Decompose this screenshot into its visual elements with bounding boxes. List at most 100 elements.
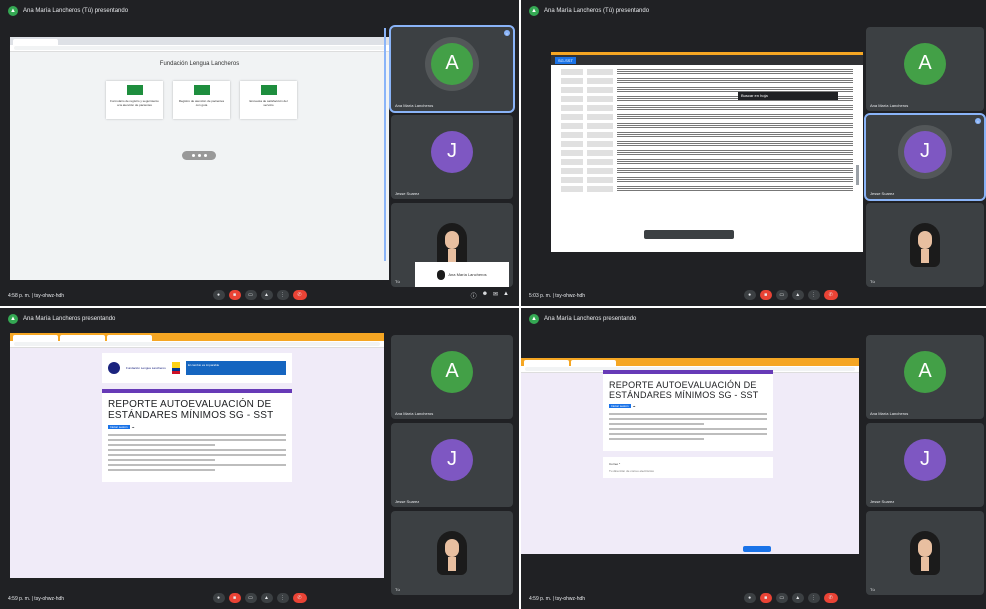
form-card-list: Formulario de registro y seguimiento a l… — [106, 81, 297, 119]
meet-toolbar: 5:03 p. m. | tsy-ohwz-hdh ● ■ ▭ ▲ ⋮ ✆ — [521, 290, 986, 302]
mic-icon[interactable]: ● — [212, 290, 225, 300]
participant-name: Ana María Lancheros — [395, 411, 434, 416]
participant-tile-j[interactable]: J Jesse Suarez — [391, 423, 513, 507]
card-text: Formulario de registro y seguimiento a l… — [110, 99, 159, 107]
meeting-clock: 5:03 p. m. | tsy-ohwz-hdh — [529, 293, 586, 299]
activities-icon[interactable]: ▲ — [503, 291, 509, 300]
mic-icon[interactable]: ● — [212, 593, 225, 603]
avatar: J — [904, 130, 946, 173]
captions-icon[interactable]: ▭ — [775, 290, 788, 300]
captions-icon[interactable]: ▭ — [244, 593, 257, 603]
meet-toolbar: 4:58 p. m. | tsy-ohwz-hdh ● ■ ▭ ▲ ⋮ ✆ ⓘ … — [0, 290, 519, 302]
form-description — [108, 434, 286, 471]
camera-off-icon[interactable]: ■ — [228, 290, 241, 300]
browser-tab[interactable] — [60, 335, 105, 341]
browser-tab[interactable] — [571, 360, 616, 366]
present-screen-icon[interactable]: ▲ — [260, 593, 273, 603]
end-call-icon[interactable]: ✆ — [292, 290, 307, 300]
card-button[interactable] — [260, 85, 277, 95]
participant-name: Ana María Lancheros — [870, 411, 909, 416]
form-title: Fundación Lengua Lancheros — [159, 61, 240, 67]
self-view-pip[interactable]: Ana María Lancheros — [415, 262, 509, 287]
cloud-icon: ☁ — [632, 404, 636, 408]
participant-tile-j[interactable]: J Jesse Suarez • — [864, 113, 986, 201]
floating-zoom-toolbar[interactable] — [644, 230, 734, 239]
presenting-banner: ▲ Ana María Lancheros (Tú) presentando — [8, 6, 128, 16]
browser-address-bar[interactable] — [10, 45, 389, 52]
participant-tile-a[interactable]: A Ana María Lancheros — [866, 335, 984, 419]
card-text: Encuesta de satisfacción del servicio — [249, 99, 288, 107]
participant-tile-j[interactable]: J Jesse Suarez — [391, 115, 513, 199]
card-button[interactable] — [126, 85, 143, 95]
browser-tab-strip — [10, 333, 384, 341]
mic-icon[interactable]: ● — [743, 593, 756, 603]
presenting-label: Ana María Lancheros (Tú) presentando — [544, 8, 650, 14]
participant-name: Ana María Lancheros — [395, 103, 434, 108]
present-screen-icon[interactable]: ▲ — [260, 290, 273, 300]
form-card[interactable]: Registro de atención de pacientes con gu… — [173, 81, 230, 119]
end-call-icon[interactable]: ✆ — [823, 593, 838, 603]
end-call-icon[interactable]: ✆ — [292, 593, 307, 603]
form-card[interactable]: Encuesta de satisfacción del servicio — [240, 81, 297, 119]
browser-tab[interactable] — [13, 39, 58, 45]
camera-off-icon[interactable]: ■ — [228, 593, 241, 603]
pin-icon[interactable]: • — [504, 30, 510, 36]
participant-name: Jesse Suarez — [870, 499, 895, 504]
present-screen-icon[interactable]: ▲ — [791, 290, 804, 300]
camera-off-icon[interactable]: ■ — [759, 290, 772, 300]
email-field[interactable]: Tu dirección de correo electrónico — [609, 469, 767, 473]
participant-tile-self[interactable]: Tú — [866, 511, 984, 595]
pin-icon[interactable]: • — [975, 118, 981, 124]
browser-tab-strip — [10, 37, 389, 45]
camera-off-icon[interactable]: ■ — [759, 593, 772, 603]
avatar: A — [904, 350, 946, 393]
scrollbar[interactable] — [856, 165, 859, 185]
signin-chip[interactable]: Iniciar sesión — [609, 404, 631, 408]
side-panel-icons: ⓘ ☻ ✉ ▲ — [471, 291, 509, 300]
browser-tab[interactable] — [13, 335, 58, 341]
meet-toolbar: 4:59 p. m. | tsy-ohwz-hdh ● ■ ▭ ▲ ⋮ ✆ — [521, 593, 986, 605]
participant-tile-self[interactable]: Tú — [866, 203, 984, 287]
end-call-icon[interactable]: ✆ — [823, 290, 838, 300]
present-screen-icon[interactable]: ▲ — [791, 593, 804, 603]
participant-tile-j[interactable]: J Jesse Suarez — [866, 423, 984, 507]
people-icon[interactable]: ☻ — [482, 291, 488, 300]
chat-icon[interactable]: ✉ — [493, 291, 498, 300]
browser-tab[interactable] — [524, 360, 569, 366]
speaker-highlight — [384, 28, 386, 261]
participant-tile-self[interactable]: Tú — [391, 511, 513, 595]
more-options-icon[interactable]: ⋮ — [276, 290, 289, 300]
more-options-icon[interactable]: ⋮ — [807, 290, 820, 300]
more-options-icon[interactable]: ⋮ — [276, 593, 289, 603]
captions-icon[interactable]: ▭ — [244, 290, 257, 300]
participant-tile-a[interactable]: A Ana María Lancheros • — [389, 25, 515, 113]
shared-screen: Fundación Lengua Lancheros El cambio es … — [10, 333, 384, 578]
mic-icon[interactable]: ● — [743, 290, 756, 300]
shared-screen: SG-SST — [551, 52, 863, 252]
present-icon: ▲ — [529, 6, 539, 16]
browser-address-bar[interactable] — [10, 341, 384, 348]
participant-name: Tú — [870, 587, 875, 592]
participant-tile-a[interactable]: A Ana María Lancheros — [391, 335, 513, 419]
loading-indicator — [182, 151, 216, 160]
participant-tile-a[interactable]: A Ana María Lancheros — [866, 27, 984, 111]
camera-video — [910, 223, 940, 267]
signin-chip[interactable]: Iniciar sesión — [108, 425, 130, 429]
participant-name: Jesse Suarez — [395, 499, 420, 504]
form-card[interactable]: Formulario de registro y seguimiento a l… — [106, 81, 163, 119]
account-row: Iniciar sesión ☁ — [609, 404, 767, 408]
captions-icon[interactable]: ▭ — [775, 593, 788, 603]
info-icon[interactable]: ⓘ — [471, 291, 477, 300]
sheet-chip[interactable]: SG-SST — [555, 56, 576, 64]
browser-tab[interactable] — [107, 335, 152, 341]
find-in-page-box[interactable]: Buscar en hoja — [738, 92, 838, 100]
more-options-icon[interactable]: ⋮ — [807, 593, 820, 603]
flag-icon — [172, 362, 180, 374]
shared-screen: Fundación Lengua Lancheros Formulario de… — [10, 37, 389, 280]
card-button[interactable] — [193, 85, 210, 95]
next-button[interactable] — [743, 546, 771, 552]
participant-tiles: A Ana María Lancheros J Jesse Suarez Tú — [866, 335, 984, 595]
participant-name: Jesse Suarez — [870, 191, 895, 196]
avatar: J — [431, 438, 473, 481]
participant-name: Tú — [395, 587, 400, 592]
